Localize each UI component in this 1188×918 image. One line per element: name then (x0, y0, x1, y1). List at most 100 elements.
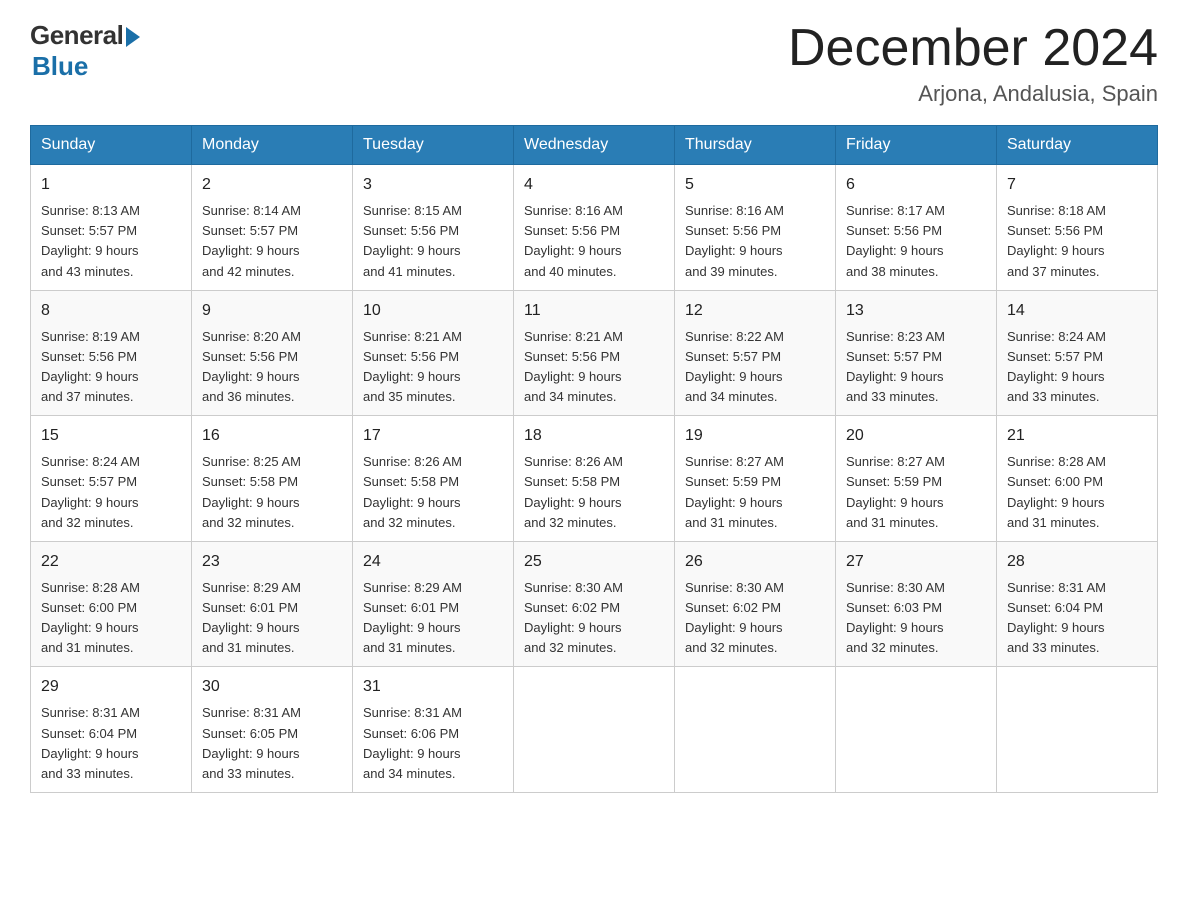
calendar-cell: 4 Sunrise: 8:16 AMSunset: 5:56 PMDayligh… (514, 165, 675, 291)
calendar-cell: 21 Sunrise: 8:28 AMSunset: 6:00 PMDaylig… (997, 416, 1158, 542)
day-number: 9 (202, 299, 342, 323)
calendar-cell: 11 Sunrise: 8:21 AMSunset: 5:56 PMDaylig… (514, 290, 675, 416)
calendar-table: SundayMondayTuesdayWednesdayThursdayFrid… (30, 125, 1158, 793)
day-info: Sunrise: 8:16 AMSunset: 5:56 PMDaylight:… (524, 201, 664, 282)
day-info: Sunrise: 8:14 AMSunset: 5:57 PMDaylight:… (202, 201, 342, 282)
calendar-cell: 23 Sunrise: 8:29 AMSunset: 6:01 PMDaylig… (192, 541, 353, 667)
day-number: 11 (524, 299, 664, 323)
day-number: 30 (202, 675, 342, 699)
calendar-title: December 2024 (788, 20, 1158, 77)
calendar-header-wednesday: Wednesday (514, 126, 675, 165)
day-info: Sunrise: 8:30 AMSunset: 6:02 PMDaylight:… (685, 578, 825, 659)
day-info: Sunrise: 8:17 AMSunset: 5:56 PMDaylight:… (846, 201, 986, 282)
calendar-cell: 20 Sunrise: 8:27 AMSunset: 5:59 PMDaylig… (836, 416, 997, 542)
day-info: Sunrise: 8:28 AMSunset: 6:00 PMDaylight:… (1007, 452, 1147, 533)
calendar-cell: 7 Sunrise: 8:18 AMSunset: 5:56 PMDayligh… (997, 165, 1158, 291)
day-number: 3 (363, 173, 503, 197)
calendar-cell: 13 Sunrise: 8:23 AMSunset: 5:57 PMDaylig… (836, 290, 997, 416)
calendar-cell: 5 Sunrise: 8:16 AMSunset: 5:56 PMDayligh… (675, 165, 836, 291)
day-info: Sunrise: 8:31 AMSunset: 6:04 PMDaylight:… (41, 703, 181, 784)
day-number: 18 (524, 424, 664, 448)
page-header: General Blue December 2024 Arjona, Andal… (30, 20, 1158, 107)
day-number: 29 (41, 675, 181, 699)
day-number: 16 (202, 424, 342, 448)
day-number: 5 (685, 173, 825, 197)
day-number: 17 (363, 424, 503, 448)
day-info: Sunrise: 8:25 AMSunset: 5:58 PMDaylight:… (202, 452, 342, 533)
calendar-cell: 31 Sunrise: 8:31 AMSunset: 6:06 PMDaylig… (353, 667, 514, 793)
day-info: Sunrise: 8:16 AMSunset: 5:56 PMDaylight:… (685, 201, 825, 282)
calendar-cell: 19 Sunrise: 8:27 AMSunset: 5:59 PMDaylig… (675, 416, 836, 542)
day-number: 1 (41, 173, 181, 197)
day-info: Sunrise: 8:24 AMSunset: 5:57 PMDaylight:… (41, 452, 181, 533)
day-number: 31 (363, 675, 503, 699)
calendar-cell: 16 Sunrise: 8:25 AMSunset: 5:58 PMDaylig… (192, 416, 353, 542)
day-info: Sunrise: 8:31 AMSunset: 6:06 PMDaylight:… (363, 703, 503, 784)
day-info: Sunrise: 8:27 AMSunset: 5:59 PMDaylight:… (685, 452, 825, 533)
day-info: Sunrise: 8:13 AMSunset: 5:57 PMDaylight:… (41, 201, 181, 282)
calendar-cell: 8 Sunrise: 8:19 AMSunset: 5:56 PMDayligh… (31, 290, 192, 416)
day-info: Sunrise: 8:15 AMSunset: 5:56 PMDaylight:… (363, 201, 503, 282)
calendar-cell: 9 Sunrise: 8:20 AMSunset: 5:56 PMDayligh… (192, 290, 353, 416)
day-number: 27 (846, 550, 986, 574)
calendar-cell (675, 667, 836, 793)
day-info: Sunrise: 8:26 AMSunset: 5:58 PMDaylight:… (363, 452, 503, 533)
calendar-cell: 6 Sunrise: 8:17 AMSunset: 5:56 PMDayligh… (836, 165, 997, 291)
calendar-week-row: 15 Sunrise: 8:24 AMSunset: 5:57 PMDaylig… (31, 416, 1158, 542)
calendar-cell: 27 Sunrise: 8:30 AMSunset: 6:03 PMDaylig… (836, 541, 997, 667)
calendar-location: Arjona, Andalusia, Spain (788, 81, 1158, 107)
logo-arrow-icon (126, 27, 140, 47)
day-info: Sunrise: 8:21 AMSunset: 5:56 PMDaylight:… (524, 327, 664, 408)
day-info: Sunrise: 8:29 AMSunset: 6:01 PMDaylight:… (202, 578, 342, 659)
day-info: Sunrise: 8:31 AMSunset: 6:05 PMDaylight:… (202, 703, 342, 784)
day-info: Sunrise: 8:23 AMSunset: 5:57 PMDaylight:… (846, 327, 986, 408)
calendar-header-row: SundayMondayTuesdayWednesdayThursdayFrid… (31, 126, 1158, 165)
day-info: Sunrise: 8:31 AMSunset: 6:04 PMDaylight:… (1007, 578, 1147, 659)
day-number: 21 (1007, 424, 1147, 448)
calendar-cell (997, 667, 1158, 793)
calendar-cell (836, 667, 997, 793)
calendar-cell: 26 Sunrise: 8:30 AMSunset: 6:02 PMDaylig… (675, 541, 836, 667)
calendar-cell: 1 Sunrise: 8:13 AMSunset: 5:57 PMDayligh… (31, 165, 192, 291)
calendar-cell: 14 Sunrise: 8:24 AMSunset: 5:57 PMDaylig… (997, 290, 1158, 416)
day-info: Sunrise: 8:24 AMSunset: 5:57 PMDaylight:… (1007, 327, 1147, 408)
calendar-header-tuesday: Tuesday (353, 126, 514, 165)
logo-general-text: General (30, 20, 123, 51)
day-number: 12 (685, 299, 825, 323)
day-number: 10 (363, 299, 503, 323)
day-number: 8 (41, 299, 181, 323)
calendar-cell: 3 Sunrise: 8:15 AMSunset: 5:56 PMDayligh… (353, 165, 514, 291)
day-number: 25 (524, 550, 664, 574)
logo-blue-text: Blue (32, 51, 88, 82)
calendar-cell: 12 Sunrise: 8:22 AMSunset: 5:57 PMDaylig… (675, 290, 836, 416)
day-number: 28 (1007, 550, 1147, 574)
day-number: 19 (685, 424, 825, 448)
calendar-cell: 2 Sunrise: 8:14 AMSunset: 5:57 PMDayligh… (192, 165, 353, 291)
calendar-header-friday: Friday (836, 126, 997, 165)
day-number: 13 (846, 299, 986, 323)
calendar-week-row: 1 Sunrise: 8:13 AMSunset: 5:57 PMDayligh… (31, 165, 1158, 291)
calendar-header-monday: Monday (192, 126, 353, 165)
day-info: Sunrise: 8:21 AMSunset: 5:56 PMDaylight:… (363, 327, 503, 408)
day-number: 23 (202, 550, 342, 574)
title-block: December 2024 Arjona, Andalusia, Spain (788, 20, 1158, 107)
day-info: Sunrise: 8:22 AMSunset: 5:57 PMDaylight:… (685, 327, 825, 408)
day-info: Sunrise: 8:30 AMSunset: 6:02 PMDaylight:… (524, 578, 664, 659)
day-info: Sunrise: 8:20 AMSunset: 5:56 PMDaylight:… (202, 327, 342, 408)
calendar-week-row: 8 Sunrise: 8:19 AMSunset: 5:56 PMDayligh… (31, 290, 1158, 416)
calendar-cell: 22 Sunrise: 8:28 AMSunset: 6:00 PMDaylig… (31, 541, 192, 667)
day-number: 20 (846, 424, 986, 448)
day-info: Sunrise: 8:30 AMSunset: 6:03 PMDaylight:… (846, 578, 986, 659)
day-info: Sunrise: 8:19 AMSunset: 5:56 PMDaylight:… (41, 327, 181, 408)
day-number: 22 (41, 550, 181, 574)
day-info: Sunrise: 8:27 AMSunset: 5:59 PMDaylight:… (846, 452, 986, 533)
calendar-cell (514, 667, 675, 793)
calendar-cell: 18 Sunrise: 8:26 AMSunset: 5:58 PMDaylig… (514, 416, 675, 542)
day-number: 4 (524, 173, 664, 197)
calendar-header-saturday: Saturday (997, 126, 1158, 165)
day-info: Sunrise: 8:18 AMSunset: 5:56 PMDaylight:… (1007, 201, 1147, 282)
calendar-cell: 15 Sunrise: 8:24 AMSunset: 5:57 PMDaylig… (31, 416, 192, 542)
day-info: Sunrise: 8:28 AMSunset: 6:00 PMDaylight:… (41, 578, 181, 659)
calendar-header-sunday: Sunday (31, 126, 192, 165)
day-number: 26 (685, 550, 825, 574)
